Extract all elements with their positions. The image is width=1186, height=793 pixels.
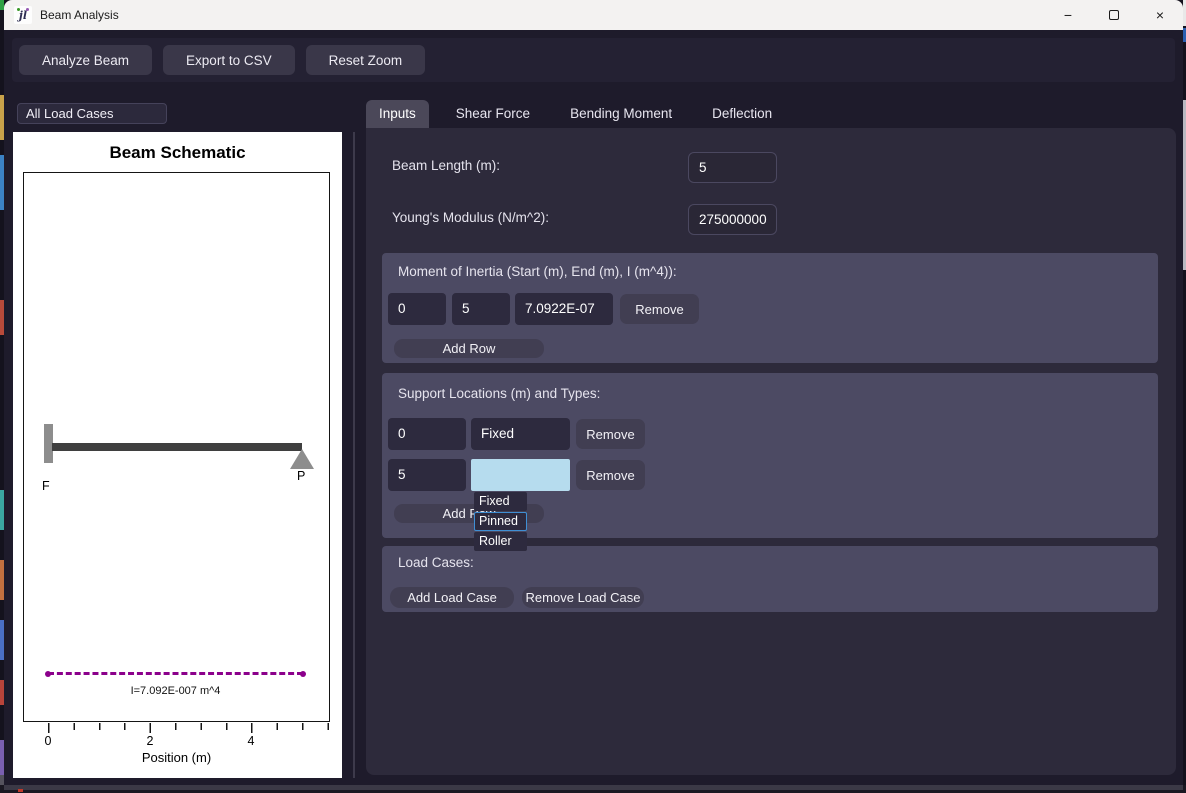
load-cases-title: Load Cases: [398,555,474,570]
support-position-input-2[interactable]: 5 [388,459,466,491]
inertia-annotation: I=7.092E-007 m^4 [48,685,303,697]
inertia-value-input[interactable]: 7.0922E-07 [515,293,613,325]
inertia-section: Moment of Inertia (Start (m), End (m), I… [382,253,1158,363]
inertia-add-row-button[interactable]: Add Row [394,339,544,358]
load-case-selector[interactable]: All Load Cases [17,103,167,124]
left-edge-artifact [0,0,4,793]
window-controls: − × [1045,0,1183,30]
inertia-start-input[interactable]: 0 [388,293,446,325]
dropdown-option-fixed[interactable]: Fixed [474,492,527,511]
beam-schematic-card: Beam Schematic F P I=7.092E-007 m^4 0 2 … [13,132,342,778]
support-remove-button-1[interactable]: Remove [576,419,645,449]
pinned-support-symbol [290,449,314,469]
support-position-input-1[interactable]: 0 [388,418,466,450]
x-tick-0: 0 [45,734,52,748]
close-icon[interactable]: × [1137,0,1183,30]
app-icon: jl [14,6,32,24]
beam-length-label: Beam Length (m): [392,158,500,173]
dropdown-option-pinned[interactable]: Pinned [474,512,527,531]
inertia-line-end-marker [300,671,306,677]
bottom-edge-artifact [0,785,1186,793]
supports-section-title: Support Locations (m) and Types: [398,386,600,401]
export-csv-button[interactable]: Export to CSV [163,45,295,75]
load-cases-section: Load Cases: Add Load Case Remove Load Ca… [382,546,1158,612]
fixed-support-label: F [42,479,50,493]
support-type-dropdown: Fixed Pinned Roller [474,492,527,552]
x-axis-label: Position (m) [23,750,330,765]
maximize-box-glyph [1109,10,1119,20]
x-tick-2: 2 [147,734,154,748]
support-type-combo-1[interactable]: Fixed [471,418,570,450]
screen: jl Beam Analysis − × Analyze Beam Export… [0,0,1186,793]
support-type-combo-2-open[interactable] [471,459,570,491]
inertia-end-input[interactable]: 5 [452,293,510,325]
inertia-remove-button[interactable]: Remove [620,294,699,324]
dropdown-option-roller[interactable]: Roller [474,532,527,551]
titlebar: jl Beam Analysis − × [4,0,1183,30]
beam-bar [52,443,302,451]
youngs-modulus-label: Young's Modulus (N/m^2): [392,210,549,225]
reset-zoom-button[interactable]: Reset Zoom [306,45,426,75]
toolbar: Analyze Beam Export to CSV Reset Zoom [12,38,1175,82]
julia-purple-dot-icon [26,8,29,11]
add-load-case-button[interactable]: Add Load Case [390,587,514,608]
inertia-dashed-line [48,672,303,675]
x-axis-minor-ticks [48,723,330,730]
youngs-modulus-input[interactable]: 275000000 [688,204,777,235]
x-tick-4: 4 [248,734,255,748]
supports-section: Support Locations (m) and Types: 0 Fixed… [382,373,1158,538]
schematic-title: Beam Schematic [13,143,342,163]
pinned-support-label: P [297,469,305,483]
tab-bending-moment[interactable]: Bending Moment [557,100,685,128]
analyze-beam-button[interactable]: Analyze Beam [19,45,152,75]
minimize-icon[interactable]: − [1045,0,1091,30]
julia-green-dot-icon [17,8,20,11]
support-remove-button-2[interactable]: Remove [576,460,645,490]
inputs-tab-content: Beam Length (m): 5 Young's Modulus (N/m^… [366,128,1176,775]
tab-deflection[interactable]: Deflection [699,100,785,128]
tab-shear-force[interactable]: Shear Force [443,100,543,128]
maximize-icon[interactable] [1091,0,1137,30]
inertia-line-start-marker [45,671,51,677]
tab-bar: Inputs Shear Force Bending Moment Deflec… [366,100,785,128]
inertia-section-title: Moment of Inertia (Start (m), End (m), I… [398,264,677,279]
panel-divider[interactable] [353,132,355,778]
beam-length-input[interactable]: 5 [688,152,777,183]
window-title: Beam Analysis [40,8,119,22]
tab-inputs[interactable]: Inputs [366,100,429,128]
window-body: Analyze Beam Export to CSV Reset Zoom Al… [4,30,1183,785]
remove-load-case-button[interactable]: Remove Load Case [522,587,644,608]
